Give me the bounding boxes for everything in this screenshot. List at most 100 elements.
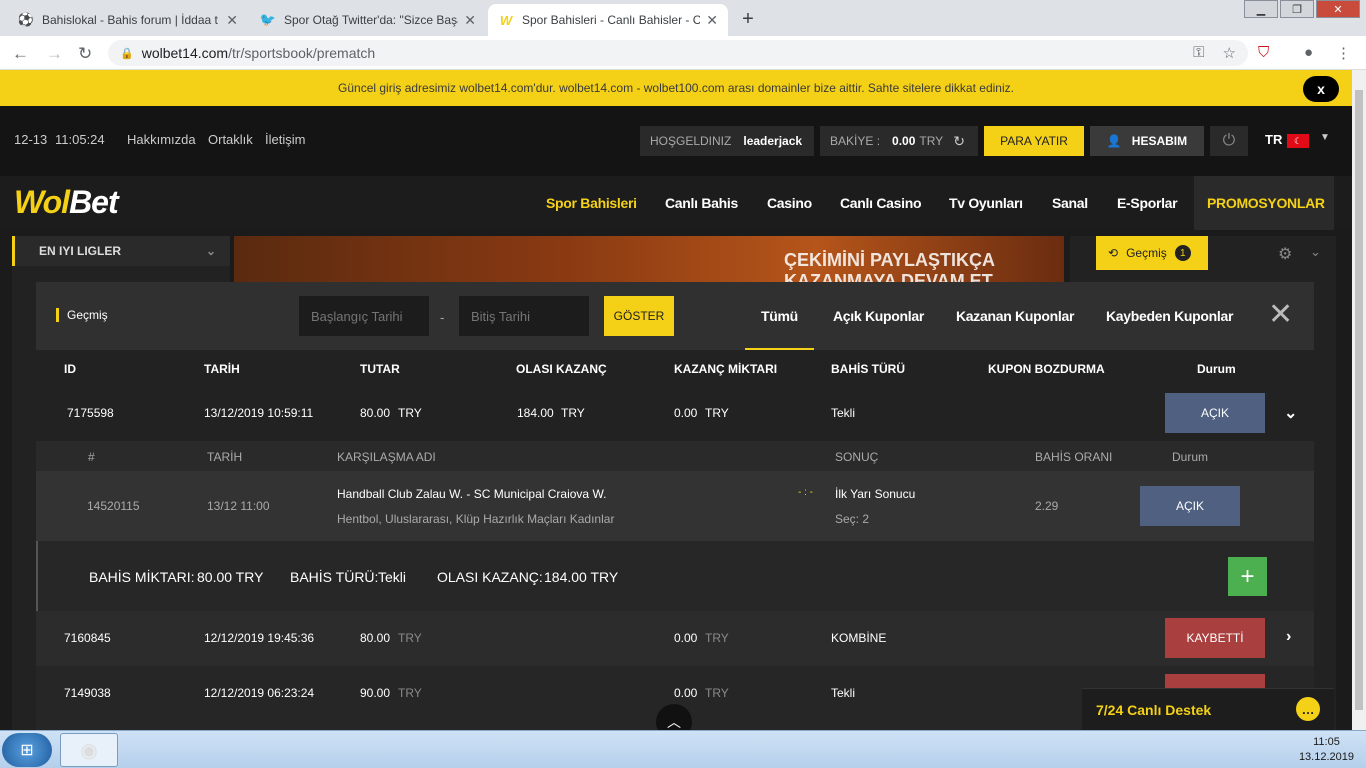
add-button[interactable]: + — [1228, 557, 1267, 596]
coupon-amount: 80.00 — [360, 631, 391, 645]
extension-shield-icon[interactable]: ⛉ — [1258, 44, 1269, 61]
nav-virtual[interactable]: Sanal — [1052, 195, 1088, 211]
language-code[interactable]: TR — [1265, 132, 1282, 147]
nav-casino[interactable]: Casino — [767, 195, 812, 211]
page-scrollbar[interactable] — [1352, 70, 1366, 730]
link-about[interactable]: Hakkımızda — [127, 132, 196, 147]
table-row[interactable]: 7160845 12/12/2019 19:45:36 80.00 TRY 0.… — [36, 611, 1314, 666]
wolbet-logo[interactable]: WolBet — [14, 184, 119, 221]
new-tab-button[interactable]: + — [735, 6, 761, 32]
coupon-amount: 90.00 — [360, 686, 391, 700]
current-time: 11:05:24 — [55, 132, 105, 147]
status-lost-button[interactable]: KAYBETTİ — [1165, 618, 1265, 658]
detail-col-status: Durum — [1172, 450, 1209, 464]
chevron-right-icon[interactable]: › — [1286, 628, 1291, 646]
nav-promotions[interactable]: PROMOSYONLAR — [1194, 176, 1334, 230]
history-count-badge: 1 — [1174, 245, 1191, 261]
history-tab[interactable]: ⟲ Geçmiş 1 — [1096, 236, 1208, 270]
windows-start-icon[interactable]: ⊞ — [2, 733, 52, 767]
top-leagues-header[interactable]: EN IYI LIGLER ⌄ — [12, 236, 230, 266]
browser-tab-wolbet[interactable]: W Spor Bahisleri - Canlı Bahisler - C ✕ — [488, 4, 728, 36]
link-affiliate[interactable]: Ortaklık — [208, 132, 253, 147]
nav-live-casino[interactable]: Canlı Casino — [840, 195, 922, 211]
live-support-widget[interactable]: 7/24 Canlı Destek … — [1082, 688, 1334, 730]
summary-possible: 184.00 TRY — [544, 569, 619, 585]
end-date-input[interactable] — [459, 296, 589, 336]
window-close-button[interactable]: ✕ — [1316, 0, 1360, 18]
language-chevron-icon[interactable]: ▼ — [1320, 132, 1330, 143]
table-header: ID TARİH TUTAR OLASI KAZANÇ KAZANÇ MİKTA… — [36, 350, 1314, 386]
chrome-taskbar-icon[interactable]: ◉ — [60, 733, 118, 767]
scrollbar-thumb[interactable] — [1355, 90, 1363, 710]
forward-arrow-icon[interactable]: → — [46, 44, 63, 64]
banner-close-button[interactable]: x — [1303, 76, 1339, 102]
back-arrow-icon[interactable]: ← — [12, 44, 29, 64]
windows-taskbar: ⊞ ◉ 11:05 13.12.2019 — [0, 730, 1366, 768]
chevron-down-icon[interactable]: ⌄ — [1284, 403, 1297, 423]
modal-title: Geçmiş — [56, 308, 108, 322]
chevron-down-icon[interactable]: ⌄ — [1310, 244, 1321, 260]
system-clock[interactable]: 11:05 13.12.2019 — [1299, 735, 1354, 765]
modal-close-icon[interactable]: ✕ — [1268, 300, 1293, 330]
minimize-button[interactable]: ▁ — [1244, 0, 1278, 18]
coupon-id: 7149038 — [64, 686, 111, 700]
detail-odds: 2.29 — [1035, 499, 1059, 513]
start-date-input[interactable] — [299, 296, 429, 336]
profile-avatar-icon[interactable]: ● — [1304, 44, 1313, 61]
coupon-possible-currency: TRY — [561, 406, 585, 420]
coupon-win: 0.00 — [674, 406, 698, 420]
chat-bubble-icon: … — [1296, 697, 1320, 721]
nav-live[interactable]: Canlı Bahis — [665, 195, 738, 211]
soccer-ball-icon: ⚽ — [17, 12, 35, 27]
detail-col-result: SONUÇ — [835, 450, 879, 464]
detail-id: 14520115 — [87, 499, 140, 513]
coupon-id: 7160845 — [64, 631, 111, 645]
lock-icon: 🔒 — [120, 47, 134, 60]
balance-value: 0.00 — [892, 134, 916, 148]
coupon-type: KOMBİNE — [831, 631, 887, 645]
power-icon[interactable]: ⏻ — [1210, 126, 1248, 156]
account-button[interactable]: 👤 HESABIM — [1090, 126, 1204, 156]
detail-status-open[interactable]: AÇIK — [1140, 486, 1240, 526]
detail-col-number: # — [88, 450, 95, 464]
gear-icon[interactable]: ⚙ — [1278, 244, 1292, 264]
coupon-type: Tekli — [831, 406, 856, 420]
filter-won[interactable]: Kazanan Kuponlar — [956, 308, 1074, 324]
close-tab-icon[interactable]: ✕ — [226, 12, 238, 29]
nav-esports[interactable]: E-Sporlar — [1117, 195, 1178, 211]
turkey-flag-icon: ☾ — [1287, 134, 1309, 148]
detail-match: Handball Club Zalau W. - SC Municipal Cr… — [337, 487, 607, 501]
chevron-down-icon: ⌄ — [205, 244, 216, 258]
nav-sports[interactable]: Spor Bahisleri — [546, 195, 637, 211]
nav-tv-games[interactable]: Tv Oyunları — [949, 195, 1023, 211]
maximize-button[interactable]: ❐ — [1280, 0, 1314, 18]
browser-tab-bahislokal[interactable]: ⚽ Bahislokal - Bahis forum | İddaa t ✕ — [8, 4, 248, 36]
clock-date: 13.12.2019 — [1298, 751, 1354, 763]
col-win: KAZANÇ MİKTARI — [674, 362, 778, 376]
browser-tab-twitter[interactable]: 🐦 Spor Otağ Twitter'da: "Sizce Başa ✕ — [250, 4, 486, 36]
detail-date: 13/12 11:00 — [207, 499, 270, 513]
star-icon[interactable]: ☆ — [1223, 44, 1236, 62]
filter-lost[interactable]: Kaybeden Kuponlar — [1106, 308, 1233, 324]
menu-dots-icon[interactable]: ⋮ — [1336, 44, 1351, 62]
url-input[interactable]: 🔒 wolbet14.com/tr/sportsbook/prematch ⚿ … — [108, 40, 1248, 66]
summary-stake: 80.00 TRY — [197, 569, 264, 585]
link-contact[interactable]: İletişim — [265, 132, 305, 147]
refresh-icon[interactable]: ↻ — [953, 133, 965, 150]
col-possible: OLASI KAZANÇ — [516, 362, 607, 376]
promo-banner[interactable]: ÇEKİMİNİ PAYLAŞTIKÇA KAZANMAYA DEVAM ET — [234, 236, 1064, 282]
close-tab-icon[interactable]: ✕ — [706, 12, 718, 29]
show-button[interactable]: GÖSTER — [604, 296, 674, 336]
summary-stake-label: BAHİS MİKTARI: — [89, 569, 195, 585]
clock-time: 11:05 — [1313, 736, 1340, 748]
close-tab-icon[interactable]: ✕ — [464, 12, 476, 29]
status-open-button[interactable]: AÇIK — [1165, 393, 1265, 433]
key-icon[interactable]: ⚿ — [1193, 44, 1204, 62]
table-row[interactable]: 7175598 13/12/2019 10:59:11 80.00 TRY 18… — [36, 386, 1314, 441]
detail-row: 14520115 13/12 11:00 Handball Club Zalau… — [36, 471, 1314, 541]
reload-icon[interactable]: ↻ — [78, 44, 92, 64]
deposit-button[interactable]: PARA YATIR — [984, 126, 1084, 156]
filter-open[interactable]: Açık Kuponlar — [833, 308, 924, 324]
welcome-label: HOŞGELDINIZ — [650, 134, 732, 148]
filter-all[interactable]: Tümü — [745, 308, 814, 351]
